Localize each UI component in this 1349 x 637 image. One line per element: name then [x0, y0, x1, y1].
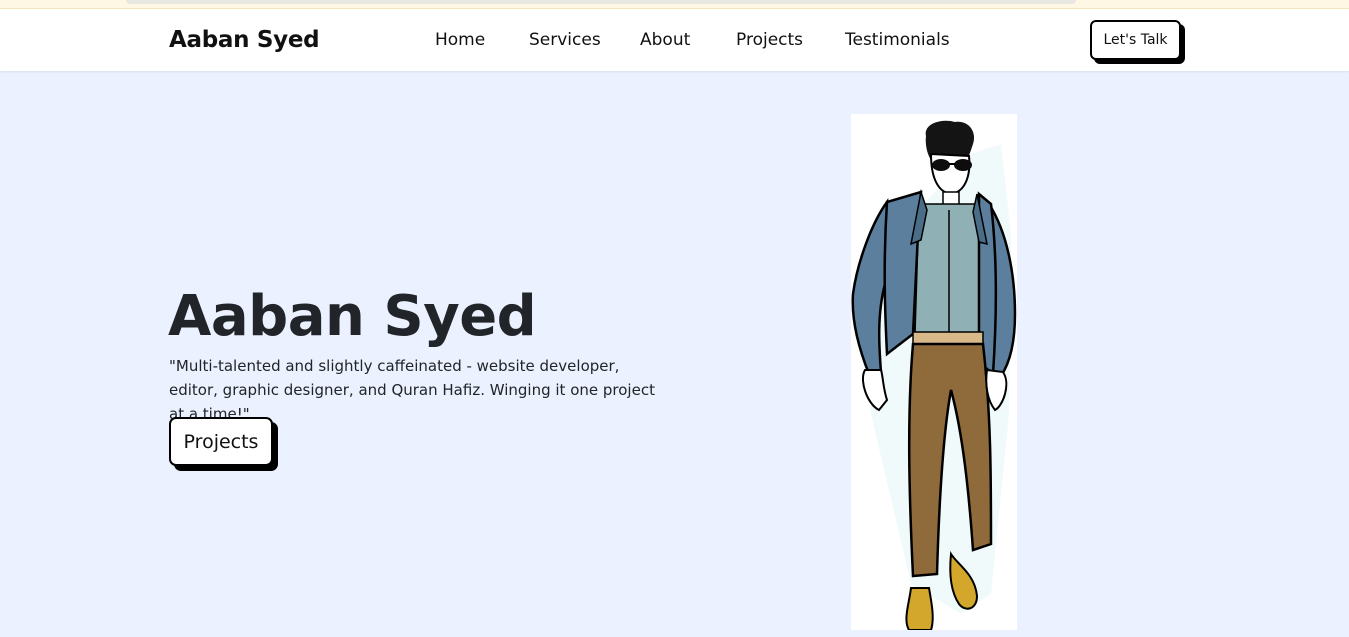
- browser-top-strip: [0, 0, 1349, 9]
- nav-link-home[interactable]: Home: [435, 30, 485, 50]
- navbar: Aaban Syed Home Services About Projects …: [0, 9, 1349, 71]
- man-in-blazer-illustration: [851, 114, 1017, 630]
- sunglasses-right: [954, 159, 972, 171]
- nav-link-projects[interactable]: Projects: [736, 30, 803, 50]
- brand-logo[interactable]: Aaban Syed: [169, 27, 320, 53]
- nav-link-services[interactable]: Services: [529, 30, 601, 50]
- nav-link-about[interactable]: About: [640, 30, 690, 50]
- illustration-svg: [851, 120, 1017, 630]
- lets-talk-button[interactable]: Let's Talk: [1090, 20, 1181, 60]
- left-shoe: [905, 587, 934, 630]
- belt: [912, 331, 984, 345]
- hero-tagline: "Multi-talented and slightly caffeinated…: [169, 357, 655, 423]
- projects-button[interactable]: Projects: [169, 417, 273, 466]
- nav-link-testimonials[interactable]: Testimonials: [845, 30, 950, 50]
- sunglasses-left: [932, 159, 950, 171]
- top-strip-bar: [126, 0, 1076, 4]
- hero-title: Aaban Syed: [168, 284, 537, 349]
